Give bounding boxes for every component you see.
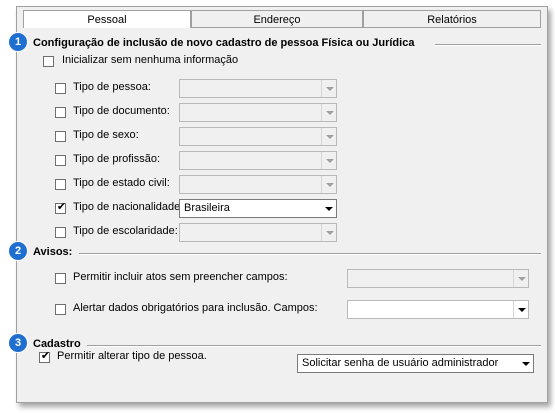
check-icon: ✔: [56, 201, 67, 213]
chevron-down-icon: [522, 362, 530, 366]
tab-relatorios[interactable]: Relatórios: [363, 10, 541, 28]
chevron-down-icon: [326, 183, 334, 187]
chevron-down-icon: [326, 231, 334, 235]
select-value: Brasileira: [184, 202, 230, 214]
allow-change-person-type-label: Permitir alterar tipo de pessoa.: [57, 350, 207, 362]
chevron-down-icon: [326, 87, 334, 91]
dropdown-button[interactable]: [321, 104, 336, 121]
chevron-down-icon: [326, 159, 334, 163]
dropdown-button[interactable]: [321, 152, 336, 169]
allow-without-fields-label: Permitir incluir atos sem preencher camp…: [73, 271, 288, 283]
tab-label: Pessoal: [87, 14, 127, 26]
sex-type-label: Tipo de sexo:: [73, 129, 139, 141]
settings-panel: Pessoal Endereço Relatórios 1 Configuraç…: [9, 6, 548, 403]
person-type-checkbox[interactable]: [55, 83, 66, 94]
education-type-label: Tipo de escolaridade:: [73, 225, 178, 237]
education-type-select[interactable]: [179, 223, 337, 242]
allow-without-fields-select[interactable]: [347, 269, 529, 288]
profession-type-label: Tipo de profissão:: [73, 153, 161, 165]
nationality-type-label: Tipo de nacionalidade:: [73, 201, 184, 213]
document-type-select[interactable]: [179, 103, 337, 122]
profession-type-checkbox[interactable]: [55, 155, 66, 166]
select-value: Solicitar senha de usuário administrador: [302, 357, 499, 369]
tab-endereco[interactable]: Endereço: [191, 10, 363, 28]
nationality-type-select[interactable]: Brasileira: [179, 199, 337, 218]
chevron-down-icon: [518, 308, 526, 312]
civil-status-checkbox[interactable]: [55, 179, 66, 190]
person-type-select[interactable]: [179, 79, 337, 98]
section-title-avisos: Avisos:: [33, 246, 73, 258]
section-divider: [87, 345, 541, 347]
allow-change-person-type-checkbox[interactable]: ✔: [39, 350, 51, 363]
section-title-config: Configuração de inclusão de novo cadastr…: [33, 37, 415, 49]
allow-without-fields-checkbox[interactable]: [55, 273, 66, 284]
tab-label: Relatórios: [427, 14, 477, 26]
sex-type-checkbox[interactable]: [55, 131, 66, 142]
dropdown-button[interactable]: [321, 176, 336, 193]
profession-type-select[interactable]: [179, 151, 337, 170]
tab-pessoal[interactable]: Pessoal: [23, 10, 191, 28]
step-badge-2: 2: [9, 242, 27, 260]
dropdown-button[interactable]: [513, 270, 528, 287]
document-type-label: Tipo de documento:: [73, 105, 170, 117]
dropdown-button[interactable]: [513, 301, 528, 318]
section-divider: [79, 253, 541, 255]
chevron-down-icon: [518, 277, 526, 281]
init-empty-label: Inicializar sem nenhuma informação: [62, 54, 239, 66]
chevron-down-icon: [325, 207, 333, 211]
check-icon: ✔: [40, 350, 51, 362]
section-divider: [435, 44, 541, 46]
alert-required-label: Alertar dados obrigatórios para inclusão…: [73, 302, 318, 314]
dropdown-button[interactable]: [321, 128, 336, 145]
dropdown-button[interactable]: [321, 224, 336, 241]
dropdown-button[interactable]: [321, 80, 336, 97]
tab-divider: [191, 27, 541, 28]
civil-status-label: Tipo de estado civil:: [73, 177, 170, 189]
civil-status-select[interactable]: [179, 175, 337, 194]
chevron-down-icon: [326, 135, 334, 139]
sex-type-select[interactable]: [179, 127, 337, 146]
alert-required-select[interactable]: [347, 300, 529, 319]
admin-password-select[interactable]: Solicitar senha de usuário administrador: [297, 354, 534, 373]
person-type-label: Tipo de pessoa:: [73, 81, 151, 93]
step-badge-3: 3: [9, 334, 27, 352]
nationality-type-checkbox[interactable]: ✔: [55, 201, 67, 214]
dropdown-button[interactable]: [518, 355, 533, 372]
education-type-checkbox[interactable]: [55, 227, 66, 238]
document-type-checkbox[interactable]: [55, 107, 66, 118]
section-title-cadastro: Cadastro: [33, 338, 81, 350]
step-badge-1: 1: [9, 33, 27, 51]
tab-label: Endereço: [253, 14, 301, 26]
dropdown-button[interactable]: [321, 200, 336, 217]
alert-required-checkbox[interactable]: [55, 304, 66, 315]
init-empty-checkbox[interactable]: [43, 56, 54, 67]
chevron-down-icon: [326, 111, 334, 115]
